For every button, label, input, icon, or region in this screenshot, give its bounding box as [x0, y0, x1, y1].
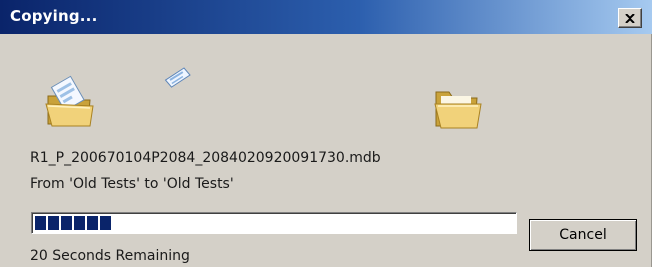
copy-route-label: From 'Old Tests' to 'Old Tests' — [30, 176, 234, 192]
progress-bar — [31, 212, 517, 234]
flying-document-icon — [164, 67, 191, 88]
progress-block — [48, 216, 59, 230]
close-button[interactable] — [618, 8, 642, 28]
time-remaining-label: 20 Seconds Remaining — [30, 248, 190, 264]
progress-block — [74, 216, 85, 230]
file-name-label: R1_P_200670104P2084_2084020920091730.mdb — [30, 150, 381, 166]
cancel-button[interactable]: Cancel — [529, 219, 637, 251]
progress-block — [35, 216, 46, 230]
progress-block — [100, 216, 111, 230]
title-bar[interactable]: Copying... — [0, 0, 652, 34]
progress-block — [87, 216, 98, 230]
open-folder-icon — [434, 91, 482, 129]
progress-fill — [35, 216, 111, 230]
progress-block — [61, 216, 72, 230]
close-icon — [625, 13, 635, 23]
folder-with-document-icon — [45, 75, 94, 127]
dialog-title: Copying... — [10, 7, 98, 25]
copy-dialog: Copying... R1_P_200670104P2084_208402092… — [0, 0, 652, 267]
